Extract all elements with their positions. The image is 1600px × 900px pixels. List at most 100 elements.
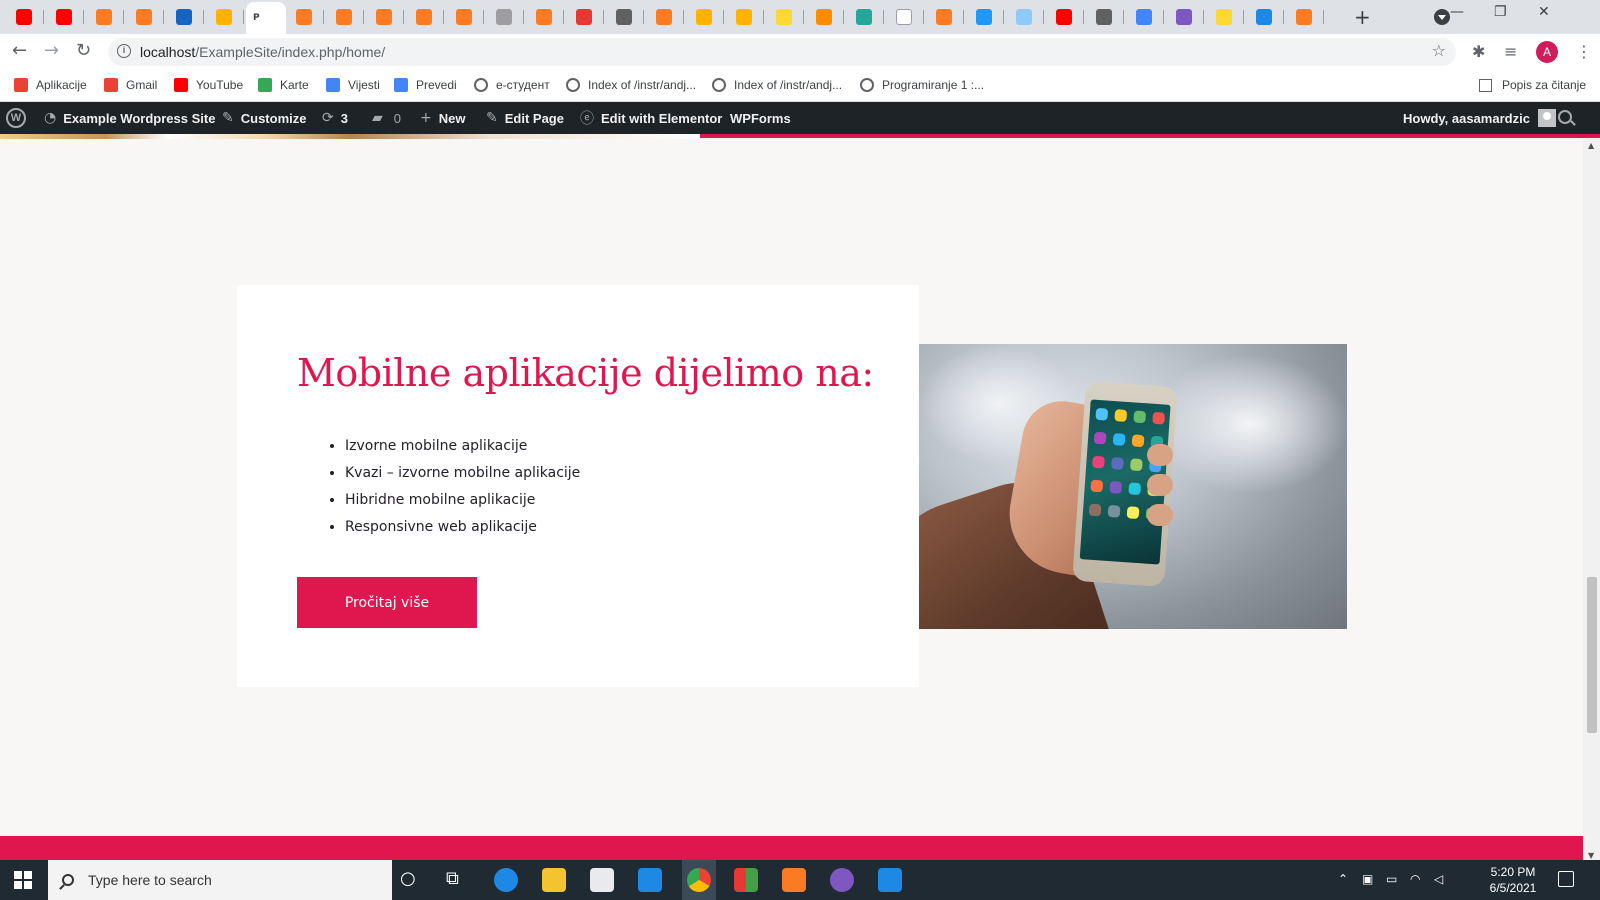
address-bar[interactable]: i localhost/ExampleSite/index.php/home/ … bbox=[108, 38, 1456, 66]
browser-tab[interactable] bbox=[730, 6, 764, 28]
app-icon bbox=[1131, 434, 1144, 448]
taskbar-clock[interactable]: 5:20 PM 6/5/2021 bbox=[1478, 864, 1548, 896]
browser-tab[interactable] bbox=[930, 6, 964, 28]
bookmark-star-icon[interactable]: ☆ bbox=[1432, 41, 1446, 60]
bookmark-item[interactable]: Vijesti bbox=[326, 78, 380, 92]
browser-tab[interactable] bbox=[530, 6, 564, 28]
browser-tab[interactable] bbox=[410, 6, 444, 28]
reading-list-button[interactable]: Popis za čitanje bbox=[1478, 78, 1586, 92]
browser-tab[interactable] bbox=[1170, 6, 1204, 28]
browser-tab[interactable] bbox=[50, 6, 84, 28]
notification-icon[interactable] bbox=[1558, 871, 1574, 887]
bookmark-item[interactable]: YouTube bbox=[174, 78, 243, 92]
chrome-icon[interactable] bbox=[687, 868, 711, 892]
site-info-icon[interactable]: i bbox=[117, 44, 131, 58]
task-view-icon[interactable]: ⧉ bbox=[446, 868, 459, 889]
browser-tab[interactable] bbox=[850, 6, 884, 28]
tab-favicon-icon bbox=[96, 9, 112, 25]
bookmark-item[interactable]: Karte bbox=[258, 78, 309, 92]
active-tab[interactable]: P bbox=[246, 2, 286, 34]
windows-start-icon[interactable] bbox=[14, 871, 32, 889]
tray-expand-icon[interactable]: ⌃ bbox=[1338, 872, 1348, 886]
bookmark-item[interactable]: Index of /instr/andj... bbox=[712, 78, 842, 92]
scroll-thumb[interactable] bbox=[1587, 577, 1597, 733]
app-icon bbox=[1132, 410, 1146, 424]
extensions-icon[interactable]: ✱ bbox=[1472, 42, 1485, 61]
reading-list-icon bbox=[1478, 78, 1492, 92]
forward-icon[interactable]: → bbox=[44, 40, 59, 61]
browser-tab[interactable] bbox=[970, 6, 1004, 28]
taskbar-search[interactable]: Type here to search bbox=[48, 860, 392, 900]
reading-list-icon[interactable]: ≡ bbox=[1504, 42, 1517, 61]
new-content-link[interactable]: + New bbox=[420, 102, 465, 134]
browser-tab[interactable] bbox=[1250, 6, 1284, 28]
xampp-icon[interactable] bbox=[782, 868, 806, 892]
bookmark-item[interactable]: e-студент bbox=[474, 78, 550, 92]
account-menu[interactable]: Howdy, aasamardzic bbox=[1403, 102, 1556, 134]
browser-tab[interactable] bbox=[1010, 6, 1044, 28]
edit-page-link[interactable]: ✎ Edit Page bbox=[486, 102, 564, 134]
mail-icon[interactable] bbox=[638, 868, 662, 892]
scroll-down-icon[interactable]: ▼ bbox=[1588, 851, 1594, 860]
file-explorer-icon[interactable] bbox=[542, 868, 566, 892]
back-icon[interactable]: ← bbox=[12, 40, 27, 61]
store-icon[interactable] bbox=[590, 868, 614, 892]
browser-tab[interactable] bbox=[770, 6, 804, 28]
browser-tab[interactable] bbox=[570, 6, 604, 28]
updates-link[interactable]: ⟳ 3 bbox=[322, 102, 348, 134]
comments-link[interactable]: ▰ 0 bbox=[372, 102, 401, 134]
maximize-button[interactable]: ❐ bbox=[1494, 4, 1507, 20]
scroll-up-icon[interactable]: ▲ bbox=[1588, 141, 1594, 150]
browser-tab[interactable] bbox=[330, 6, 364, 28]
browser-tab[interactable] bbox=[290, 6, 324, 28]
site-name-link[interactable]: ◔ Example Wordpress Site bbox=[44, 102, 215, 134]
browser-tab[interactable] bbox=[370, 6, 404, 28]
browser-tab[interactable] bbox=[210, 6, 244, 28]
browser-tab[interactable] bbox=[90, 6, 124, 28]
browser-tab[interactable] bbox=[1290, 6, 1324, 28]
browser-tab[interactable] bbox=[450, 6, 484, 28]
admin-search-icon[interactable] bbox=[1558, 110, 1572, 124]
customize-link[interactable]: ✎ Customize bbox=[222, 102, 306, 134]
browser-tab[interactable] bbox=[130, 6, 164, 28]
github-icon[interactable] bbox=[830, 868, 854, 892]
winrar-icon[interactable] bbox=[734, 868, 758, 892]
browser-tab[interactable] bbox=[1130, 6, 1164, 28]
browser-tab[interactable] bbox=[650, 6, 684, 28]
edit-elementor-link[interactable]: ⓔ Edit with Elementor bbox=[580, 102, 722, 134]
bookmark-item[interactable]: Prevedi bbox=[394, 78, 457, 92]
edge-icon[interactable] bbox=[494, 868, 518, 892]
reload-icon[interactable]: ↻ bbox=[76, 40, 91, 61]
browser-tab[interactable] bbox=[1050, 6, 1084, 28]
browser-tab[interactable] bbox=[810, 6, 844, 28]
bookmark-item[interactable]: Aplikacije bbox=[14, 78, 87, 92]
url-text[interactable]: localhost/ExampleSite/index.php/home/ bbox=[140, 44, 385, 60]
read-more-button[interactable]: Pročitaj više bbox=[297, 577, 477, 628]
minimize-button[interactable]: — bbox=[1450, 4, 1464, 20]
browser-tab[interactable] bbox=[610, 6, 644, 28]
profile-avatar[interactable]: A bbox=[1536, 41, 1558, 63]
wifi-icon[interactable]: ◠ bbox=[1410, 872, 1420, 886]
page-scrollbar[interactable]: ▲ ▼ bbox=[1583, 139, 1600, 863]
volume-icon[interactable]: ◁ bbox=[1434, 872, 1443, 886]
browser-tab[interactable] bbox=[890, 6, 924, 28]
close-window-button[interactable]: ✕ bbox=[1538, 4, 1550, 20]
new-tab-button[interactable]: + bbox=[1354, 5, 1371, 29]
vscode-icon[interactable] bbox=[878, 868, 902, 892]
tab-search-button[interactable] bbox=[1434, 9, 1450, 25]
bookmark-item[interactable]: Gmail bbox=[104, 78, 157, 92]
browser-tab[interactable] bbox=[170, 6, 204, 28]
bookmark-item[interactable]: Index of /instr/andj... bbox=[566, 78, 696, 92]
meet-icon[interactable]: ▣ bbox=[1362, 872, 1373, 886]
cortana-icon[interactable]: ○ bbox=[400, 868, 416, 889]
wordpress-logo-icon[interactable]: W bbox=[6, 108, 26, 128]
browser-tab[interactable] bbox=[490, 6, 524, 28]
battery-icon[interactable]: ▭ bbox=[1386, 872, 1397, 886]
menu-icon[interactable]: ⋮ bbox=[1576, 42, 1592, 61]
browser-tab[interactable] bbox=[10, 6, 44, 28]
browser-tab[interactable] bbox=[1090, 6, 1124, 28]
bookmark-item[interactable]: Programiranje 1 :... bbox=[860, 78, 984, 92]
browser-tab[interactable] bbox=[1210, 6, 1244, 28]
browser-tab[interactable] bbox=[690, 6, 724, 28]
wpforms-link[interactable]: WPForms bbox=[730, 102, 791, 134]
